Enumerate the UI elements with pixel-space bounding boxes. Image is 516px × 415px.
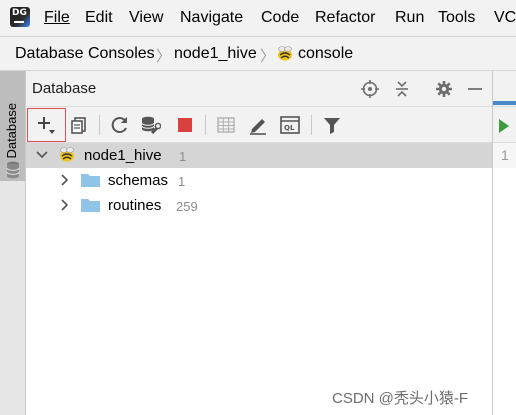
chevron-right-icon[interactable] [58, 173, 72, 187]
duplicate-icon[interactable] [68, 114, 90, 136]
tree-node-schemas[interactable]: schemas 1 [26, 168, 492, 193]
menu-tools[interactable]: Tools [438, 9, 475, 27]
folder-icon [81, 199, 100, 212]
editor-tab-bar[interactable] [493, 71, 516, 107]
breadcrumb-separator: 〉 [260, 48, 276, 65]
breadcrumb-console[interactable]: console [298, 45, 353, 63]
tree-node-count: 259 [176, 199, 198, 214]
table-icon[interactable] [215, 114, 237, 136]
hive-bee-icon [60, 147, 74, 162]
breadcrumb-database-consoles[interactable]: Database Consoles [15, 45, 155, 63]
crosshair-icon[interactable] [361, 80, 379, 98]
database-panel-title: Database [32, 80, 97, 97]
hive-bee-icon [278, 46, 292, 61]
line-number: 1 [501, 147, 509, 163]
menu-run[interactable]: Run [395, 9, 424, 27]
run-icon[interactable] [499, 119, 509, 133]
menu-code[interactable]: Code [261, 9, 299, 27]
menu-view[interactable]: View [129, 9, 163, 27]
menu-bar: DG File Edit View Navigate Code Refactor… [0, 0, 516, 36]
tree-node-routines[interactable]: routines 259 [26, 193, 492, 218]
add-icon[interactable] [35, 114, 57, 136]
filter-icon[interactable] [321, 114, 343, 136]
breadcrumb-node1-hive[interactable]: node1_hive [174, 45, 257, 63]
database-stack-icon[interactable] [6, 161, 20, 179]
tree-node-label: node1_hive [84, 147, 162, 164]
editor-area: 1 [492, 71, 516, 415]
database-panel-header: Database [26, 71, 492, 107]
svg-text:QL: QL [284, 124, 295, 132]
minimize-icon[interactable] [466, 80, 484, 98]
tree-node-label: routines [108, 197, 162, 214]
left-tool-stripe: 1: Database [0, 71, 26, 415]
chevron-down-icon[interactable] [35, 148, 49, 162]
tree-node-count: 1 [178, 174, 186, 189]
database-tool-window: Database QL node1_hive 1 schemas 1 routi… [26, 71, 492, 415]
breadcrumb-separator: 〉 [156, 48, 172, 65]
menu-edit[interactable]: Edit [85, 9, 113, 27]
stop-icon[interactable] [174, 114, 196, 136]
chevron-right-icon[interactable] [58, 198, 72, 212]
data-source-properties-icon[interactable] [139, 114, 161, 136]
watermark: CSDN @秃头小猿-F [332, 390, 469, 407]
datagrip-logo-icon: DG [10, 7, 30, 27]
folder-icon [81, 174, 100, 187]
query-console-icon[interactable]: QL [279, 114, 301, 136]
menu-file[interactable]: File [44, 9, 70, 27]
breadcrumb: Database Consoles 〉 node1_hive 〉 console [0, 36, 516, 71]
gear-icon[interactable] [435, 80, 453, 98]
active-tab-indicator [493, 101, 516, 105]
edit-icon[interactable] [247, 114, 269, 136]
tree-root-node1-hive[interactable]: node1_hive 1 [26, 143, 492, 168]
menu-vcs[interactable]: VCS [494, 9, 516, 27]
collapse-icon[interactable] [393, 80, 411, 98]
tree-node-label: schemas [108, 172, 169, 189]
tree-node-count: 1 [179, 149, 187, 164]
menu-navigate[interactable]: Navigate [180, 9, 243, 27]
app-logo-text: DG [12, 8, 27, 18]
menu-refactor[interactable]: Refactor [315, 9, 375, 27]
database-toolbar: QL [26, 107, 492, 143]
refresh-icon[interactable] [109, 114, 131, 136]
